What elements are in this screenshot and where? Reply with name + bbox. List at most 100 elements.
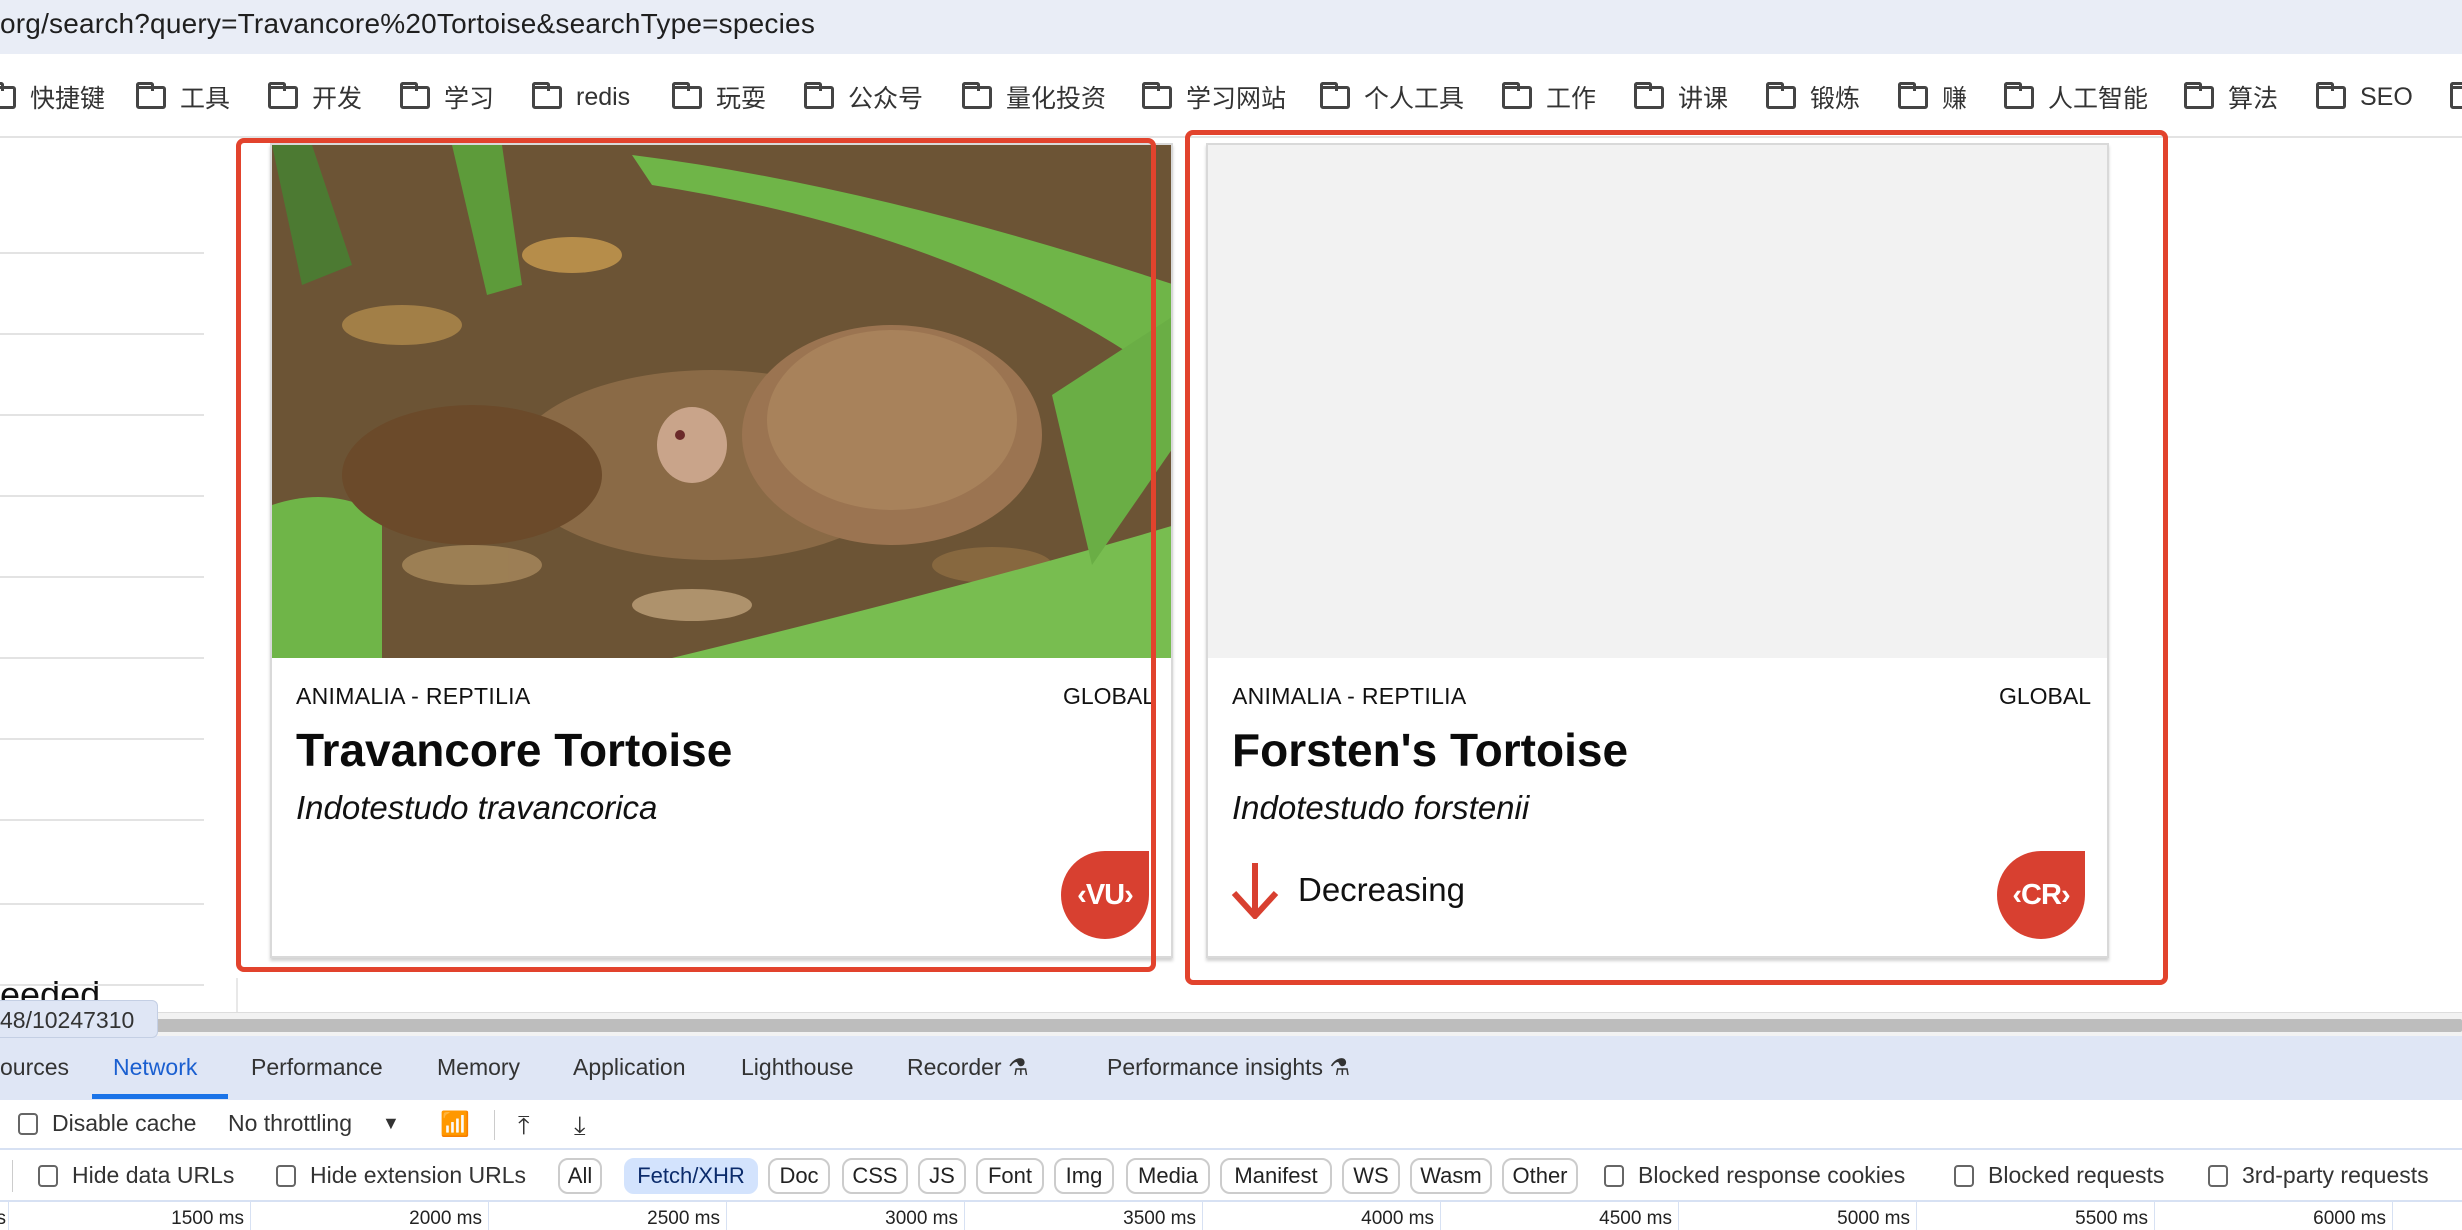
highlight-box (1185, 130, 2168, 985)
bookmark-label: 公众号 (848, 85, 924, 113)
disable-cache-label: Disable cache (52, 1110, 197, 1136)
filter-other[interactable]: Other (1502, 1158, 1578, 1194)
bookmark-label: 个人工具 (1364, 85, 1465, 113)
filter-js[interactable]: JS (918, 1158, 966, 1194)
timeline-tick-label: 4500 ms (1599, 1208, 1672, 1229)
folder-icon (2316, 81, 2346, 109)
filter-doc[interactable]: Doc (768, 1158, 830, 1194)
tab-network[interactable]: Network (113, 1054, 197, 1081)
filter-fetch-xhr[interactable]: Fetch/XHR (624, 1158, 758, 1194)
checkbox[interactable] (1604, 1164, 1624, 1187)
highlight-box (236, 138, 1156, 972)
download-icon[interactable]: ⤓ (574, 1110, 586, 1142)
upload-icon[interactable]: ⤒ (518, 1110, 530, 1142)
bookmark-folder[interactable]: 算法 (2184, 80, 2278, 114)
scrollbar-thumb[interactable] (150, 1019, 2462, 1032)
timeline-tick-label: 3000 ms (885, 1208, 958, 1229)
bookmark-folder[interactable]: SEO (2316, 80, 2413, 114)
folder-icon (1898, 81, 1928, 109)
tab-recorder[interactable]: Recorder ⚗ (907, 1054, 1029, 1081)
folder-icon (1766, 81, 1796, 109)
tab-application[interactable]: Application (573, 1054, 686, 1081)
timeline-tick-label: 5500 ms (2075, 1208, 2148, 1229)
filter-ws[interactable]: WS (1342, 1158, 1400, 1194)
bookmark-folder[interactable]: 个人工具 (1320, 80, 1464, 114)
checkbox[interactable] (38, 1164, 58, 1187)
filter-css[interactable]: CSS (842, 1158, 908, 1194)
blocked-requests-checkbox[interactable]: Blocked requests (1954, 1162, 2164, 1189)
filter-img[interactable]: Img (1054, 1158, 1114, 1194)
bookmark-label: 赚 (1942, 85, 1968, 113)
folder-icon (1142, 81, 1172, 109)
filter-font[interactable]: Font (976, 1158, 1044, 1194)
timeline-tick-label: 6000 ms (2313, 1208, 2386, 1229)
sidebar-divider (0, 738, 204, 740)
bookmark-folder[interactable]: 开发 (268, 80, 362, 114)
filter-all[interactable]: All (558, 1158, 602, 1194)
bookmark-folder[interactable]: 人工智能 (2004, 80, 2148, 114)
checkbox[interactable] (18, 1112, 38, 1135)
timeline-gridline (488, 1202, 489, 1230)
tab-label: Performance insights (1107, 1054, 1324, 1080)
bookmark-folder[interactable]: 工具 (136, 80, 230, 114)
toolbar-divider (494, 1110, 495, 1140)
url-text[interactable]: org/search?query=Travancore%20Tortoise&s… (0, 8, 815, 40)
filter-manifest[interactable]: Manifest (1220, 1158, 1332, 1194)
timeline-gridline (1440, 1202, 1441, 1230)
checkbox[interactable] (276, 1164, 296, 1187)
bookmark-folder[interactable]: 讲课 (1634, 80, 1728, 114)
flask-icon: ⚗ (1008, 1054, 1029, 1080)
network-conditions-icon[interactable]: 📶 (440, 1110, 470, 1139)
sidebar-divider (0, 657, 204, 659)
sidebar-divider (0, 903, 204, 905)
bookmark-label: 锻炼 (1810, 85, 1861, 113)
blocked-response-cookies-checkbox[interactable]: Blocked response cookies (1604, 1162, 1905, 1189)
devtools-tabbar: ources Network Performance Memory Applic… (0, 1036, 2462, 1100)
bookmark-folder[interactable]: 玩耍 (672, 80, 766, 114)
address-bar[interactable]: org/search?query=Travancore%20Tortoise&s… (0, 0, 2462, 54)
blocked-requests-label: Blocked requests (1988, 1162, 2165, 1188)
hide-data-urls-checkbox[interactable]: Hide data URLs (38, 1162, 234, 1189)
sidebar-divider (0, 984, 204, 986)
sidebar-divider (0, 333, 204, 335)
network-timeline-overview[interactable]: s 1500 ms 2000 ms 2500 ms 3000 ms 3500 m… (0, 1202, 2462, 1230)
throttling-select[interactable]: No throttling ▼ (228, 1110, 400, 1137)
checkbox[interactable] (2208, 1164, 2228, 1187)
sidebar-divider (0, 576, 204, 578)
bookmark-folder[interactable]: 公众号 (804, 80, 923, 114)
filter-media[interactable]: Media (1126, 1158, 1210, 1194)
timeline-gridline (1202, 1202, 1203, 1230)
folder-icon (804, 81, 834, 109)
sidebar-divider (0, 414, 204, 416)
bookmark-folder[interactable]: redis (532, 80, 630, 114)
tab-sources[interactable]: ources (0, 1054, 69, 1081)
filter-wasm[interactable]: Wasm (1410, 1158, 1492, 1194)
bookmark-label: 人工智能 (2048, 85, 2149, 113)
tab-performance-insights[interactable]: Performance insights ⚗ (1107, 1054, 1350, 1081)
dropdown-arrow-icon: ▼ (382, 1113, 400, 1133)
bookmark-folder[interactable]: 学习 (400, 80, 494, 114)
bookmark-folder[interactable]: 锻炼 (1766, 80, 1860, 114)
horizontal-scrollbar[interactable] (0, 1012, 2462, 1036)
blocked-response-cookies-label: Blocked response cookies (1638, 1162, 1906, 1188)
tab-memory[interactable]: Memory (437, 1054, 520, 1081)
tab-lighthouse[interactable]: Lighthouse (741, 1054, 854, 1081)
timeline-tick-label: 3500 ms (1123, 1208, 1196, 1229)
disable-cache-checkbox[interactable]: Disable cache (18, 1110, 196, 1137)
bookmark-folder[interactable]: 快捷键 (0, 80, 105, 114)
bookmark-folder[interactable]: 工作 (1502, 80, 1596, 114)
timeline-tick-label: s (0, 1208, 6, 1229)
bookmark-folder[interactable]: 赚 (1898, 80, 1967, 114)
bookmark-folder[interactable] (2450, 80, 2462, 114)
timeline-gridline (1678, 1202, 1679, 1230)
timeline-gridline (726, 1202, 727, 1230)
hide-extension-urls-checkbox[interactable]: Hide extension URLs (276, 1162, 526, 1189)
folder-icon (672, 81, 702, 109)
timeline-tick-label: 2500 ms (647, 1208, 720, 1229)
checkbox[interactable] (1954, 1164, 1974, 1187)
bookmark-folder[interactable]: 量化投资 (962, 80, 1106, 114)
network-toolbar: Disable cache No throttling ▼ 📶 ⤒ ⤓ (0, 1100, 2462, 1150)
third-party-requests-checkbox[interactable]: 3rd-party requests (2208, 1162, 2429, 1189)
bookmark-folder[interactable]: 学习网站 (1142, 80, 1286, 114)
tab-performance[interactable]: Performance (251, 1054, 383, 1081)
